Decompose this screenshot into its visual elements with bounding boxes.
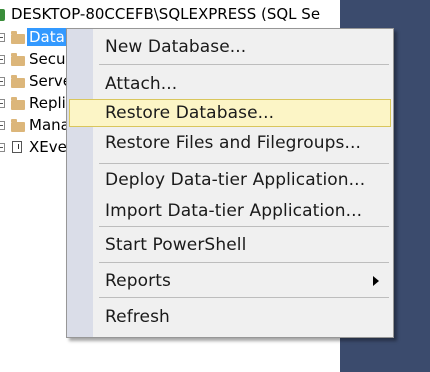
submenu-arrow-icon: [373, 276, 379, 286]
expand-icon[interactable]: [0, 99, 5, 108]
tree-node-label: Repli: [29, 94, 66, 112]
menu-separator: [99, 262, 389, 263]
expand-icon[interactable]: [0, 55, 5, 64]
menu-item-label: Reports: [105, 271, 171, 291]
menu-item-label: Attach...: [105, 74, 178, 94]
menu-separator: [99, 163, 389, 164]
expand-icon[interactable]: [0, 33, 5, 42]
tree-node-label: XEve: [29, 138, 67, 156]
menu-separator: [99, 297, 389, 298]
menu-item-restore-files-filegroups[interactable]: Restore Files and Filegroups...: [69, 129, 391, 157]
folder-icon: [11, 31, 25, 44]
context-menu: New Database... Attach... Restore Databa…: [66, 28, 394, 338]
menu-separator: [99, 226, 389, 227]
tree-node-label: Secu: [29, 50, 66, 68]
menu-item-refresh[interactable]: Refresh: [69, 303, 391, 331]
menu-item-new-database[interactable]: New Database...: [69, 33, 391, 61]
menu-item-label: New Database...: [105, 37, 247, 57]
menu-item-label: Restore Database...: [105, 103, 275, 123]
expand-icon[interactable]: [0, 121, 5, 130]
tree-node-label: Data: [27, 28, 67, 46]
expand-icon[interactable]: [0, 143, 5, 152]
menu-item-label: Deploy Data-tier Application...: [105, 170, 366, 190]
menu-item-label: Restore Files and Filegroups...: [105, 133, 361, 153]
menu-item-start-powershell[interactable]: Start PowerShell: [69, 231, 391, 259]
expand-icon[interactable]: [0, 77, 5, 86]
folder-icon: [11, 119, 25, 132]
xevent-icon: [12, 141, 22, 153]
server-node-label: DESKTOP-80CCEFB\SQLEXPRESS (SQL Se: [11, 5, 321, 23]
server-icon: [0, 9, 5, 21]
menu-item-attach[interactable]: Attach...: [69, 70, 391, 98]
folder-icon: [11, 53, 25, 66]
tree-node-label: Mana: [29, 116, 70, 134]
menu-item-label: Import Data-tier Application...: [105, 201, 363, 221]
menu-item-import-data-tier[interactable]: Import Data-tier Application...: [69, 197, 391, 225]
menu-item-label: Start PowerShell: [105, 235, 247, 255]
folder-icon: [11, 75, 25, 88]
menu-item-restore-database[interactable]: Restore Database...: [69, 99, 391, 127]
folder-icon: [11, 97, 25, 110]
menu-item-reports[interactable]: Reports: [69, 267, 391, 295]
menu-item-label: Refresh: [105, 307, 170, 327]
menu-separator: [99, 64, 389, 65]
menu-item-deploy-data-tier[interactable]: Deploy Data-tier Application...: [69, 166, 391, 194]
